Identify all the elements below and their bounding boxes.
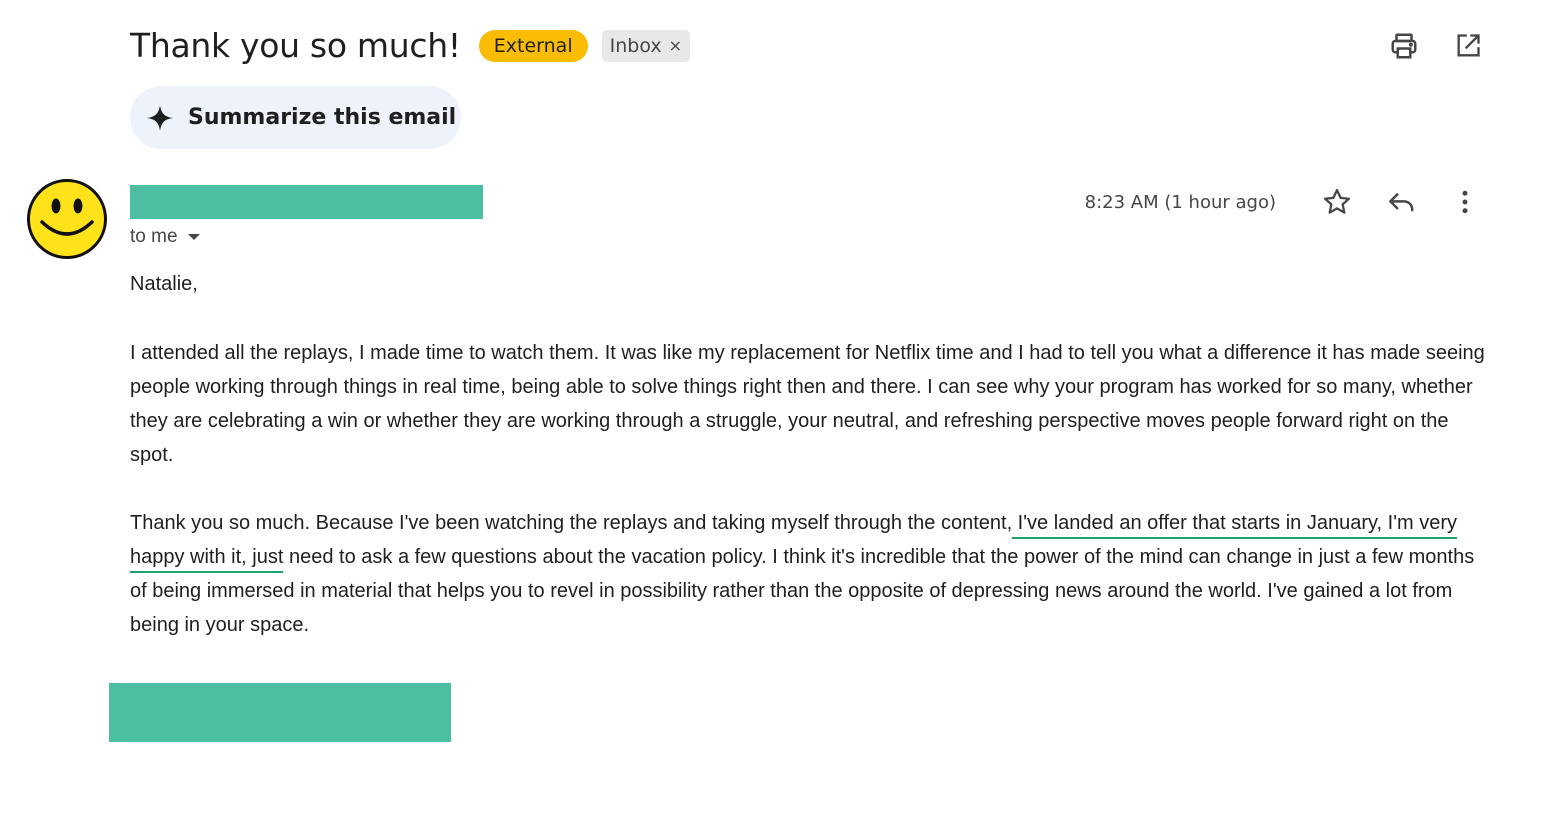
- summarize-email-label: Summarize this email: [188, 105, 457, 130]
- recipient-label: to me: [130, 226, 178, 247]
- print-icon[interactable]: [1388, 30, 1420, 62]
- thread-actions: [1388, 30, 1484, 62]
- email-body-paragraph-1: I attended all the replays, I made time …: [130, 342, 1485, 466]
- paragraph-2-text-end: need to ask a few questions about the va…: [130, 546, 1475, 636]
- email-subject: Thank you so much!: [130, 26, 461, 65]
- subject-row: Thank you so much! External Inbox ×: [130, 26, 691, 65]
- more-vertical-icon[interactable]: [1446, 184, 1484, 220]
- inbox-label-chip[interactable]: Inbox ×: [601, 29, 691, 62]
- remove-label-icon[interactable]: ×: [669, 36, 682, 55]
- summarize-email-button[interactable]: Summarize this email: [130, 86, 461, 149]
- email-greeting: Natalie,: [130, 273, 198, 295]
- email-body-paragraph-2: Thank you so much. Because I've been wat…: [130, 506, 1490, 642]
- caret-down-icon: [187, 234, 200, 240]
- reply-icon[interactable]: [1382, 184, 1420, 220]
- paragraph-2-text-start: Thank you so much. Because I've been wat…: [130, 512, 1013, 534]
- message-meta: 8:23 AM (1 hour ago): [1085, 184, 1484, 220]
- star-icon[interactable]: [1318, 184, 1356, 220]
- message-timestamp: 8:23 AM (1 hour ago): [1084, 191, 1276, 213]
- signature-redacted: [109, 683, 451, 742]
- inbox-label-text: Inbox: [609, 34, 662, 57]
- sender-name-redacted: [130, 185, 483, 219]
- external-label-badge: External: [478, 29, 588, 62]
- open-in-new-window-icon[interactable]: [1452, 30, 1484, 62]
- sender-avatar[interactable]: [26, 178, 108, 260]
- sparkle-icon: [147, 104, 173, 131]
- recipient-details-toggle[interactable]: to me: [130, 226, 200, 248]
